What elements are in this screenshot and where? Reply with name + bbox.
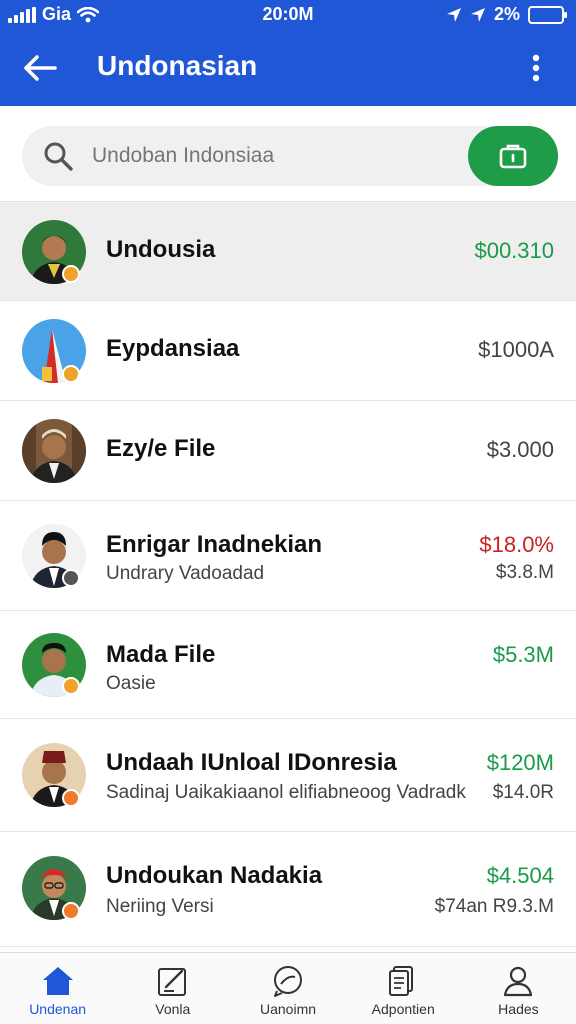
search-icon: [44, 142, 73, 171]
item-subtitle: Sadinaj Uaikakiaanol elifiabneoog Vadrad…: [106, 782, 466, 803]
chat-icon: [274, 966, 302, 997]
verified-badge-icon: [62, 569, 80, 587]
battery-icon: [528, 5, 567, 24]
item-value: $4.504: [486, 863, 554, 888]
nav-item-profile[interactable]: Hades: [461, 953, 576, 1024]
nav-label: Vonla: [155, 1001, 191, 1017]
list-item[interactable]: Eypdansiaa $1000A: [0, 301, 576, 401]
page-title: Undonasian: [97, 50, 258, 81]
verified-badge-icon: [62, 365, 80, 383]
list-item[interactable]: Mada File Oasie $5.3M: [0, 611, 576, 719]
nav-item-chat[interactable]: Uanoimn: [230, 953, 345, 1024]
item-value: $5.3M: [492, 642, 554, 667]
nav-label: Uanoimn: [259, 1001, 317, 1017]
list-item[interactable]: Undousia $00.310: [0, 203, 576, 301]
nav-label: Undenan: [29, 1001, 87, 1017]
search-section: [0, 106, 576, 202]
item-name: Undaah IUnloal IDonresia: [106, 749, 397, 776]
item-secondary-value: $3.8.M: [495, 562, 554, 583]
item-subtitle: Oasie: [106, 673, 156, 694]
search-bar: [22, 126, 558, 186]
item-subtitle: Undrary Vadoadad: [106, 563, 265, 584]
more-vertical-icon: [532, 54, 540, 82]
item-value: $00.310: [474, 238, 554, 263]
item-value: $3.000: [486, 437, 554, 462]
more-options-button[interactable]: [514, 48, 558, 88]
search-input[interactable]: [92, 136, 452, 176]
battery-percent: 2%: [493, 4, 520, 24]
verified-badge-icon: [62, 902, 80, 920]
top-bar: Gia 20:0M 2% Undonasian: [0, 0, 576, 106]
item-name: Enrigar Inadnekian: [106, 531, 323, 558]
nav-item-home[interactable]: Undenan: [0, 953, 115, 1024]
home-icon: [42, 967, 73, 995]
location-icon: [470, 7, 485, 22]
nav-item-edit[interactable]: Vonla: [115, 953, 230, 1024]
item-secondary-value: $74an R9.3.M: [434, 896, 554, 917]
status-bar: Gia 20:0M 2%: [0, 0, 576, 30]
nav-label: Adpontien: [371, 1001, 435, 1017]
list-item[interactable]: Undoukan Nadakia Neriing Versi $4.504 $7…: [0, 832, 576, 947]
profile-icon: [504, 966, 533, 997]
app-bar: Undonasian: [0, 30, 576, 106]
nav-label: Hades: [498, 1001, 539, 1017]
edit-icon: [157, 968, 186, 996]
item-name: Undoukan Nadakia: [106, 862, 323, 889]
contact-list: Undousia $00.310 Eypdansiaa $1000A Ezy/e…: [0, 203, 576, 947]
item-value: $18.0%: [479, 532, 554, 557]
item-subtitle: Neriing Versi: [106, 896, 214, 917]
search-action-button[interactable]: [468, 126, 558, 186]
list-item[interactable]: Ezy/e File $3.000: [0, 401, 576, 501]
bottom-navigation: Undenan Vonla Uanoimn Adpontien Hades: [0, 952, 576, 1024]
wallet-icon: [499, 144, 527, 169]
avatar: [22, 419, 86, 483]
item-name: Eypdansiaa: [106, 335, 240, 362]
back-button[interactable]: [18, 48, 62, 88]
item-value: $120M: [486, 750, 554, 775]
item-name: Mada File: [106, 641, 216, 668]
item-secondary-value: $14.0R: [492, 782, 554, 803]
item-name: Ezy/e File: [106, 435, 216, 462]
verified-badge-icon: [62, 265, 80, 283]
document-icon: [389, 966, 414, 996]
verified-badge-icon: [62, 677, 80, 695]
back-arrow-icon: [24, 55, 57, 81]
location-icon: [446, 7, 461, 22]
item-value: $1000A: [478, 337, 554, 362]
list-item[interactable]: Undaah IUnloal IDonresia Sadinaj Uaikaki…: [0, 719, 576, 832]
verified-badge-icon: [62, 789, 80, 807]
nav-item-documents[interactable]: Adpontien: [346, 953, 461, 1024]
list-item[interactable]: Enrigar Inadnekian Undrary Vadoadad $18.…: [0, 501, 576, 611]
item-name: Undousia: [106, 236, 216, 263]
